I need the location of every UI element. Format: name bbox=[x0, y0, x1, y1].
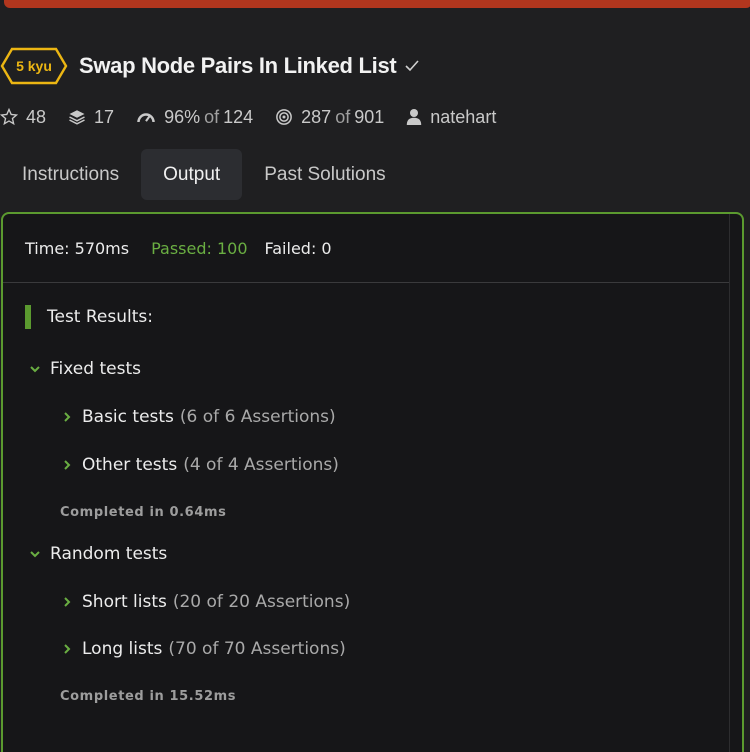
group-completed-time: Completed in 15.52ms bbox=[60, 689, 237, 704]
collections-stat[interactable]: 17 bbox=[68, 107, 114, 128]
chevron-right-icon bbox=[64, 597, 71, 607]
tab-bar: Instructions Output Past Solutions bbox=[0, 149, 408, 200]
user-icon bbox=[407, 109, 422, 125]
kata-stats: 48 17 96% of 124 287 of 901 natehart bbox=[0, 104, 518, 130]
group-title: Random tests bbox=[50, 544, 168, 564]
top-status-bar bbox=[4, 0, 750, 8]
output-panel: Time: 570ms Passed: 100 Failed: 0 Test R… bbox=[1, 212, 744, 752]
stars-stat[interactable]: 48 bbox=[0, 107, 46, 128]
tab-instructions[interactable]: Instructions bbox=[0, 149, 141, 200]
kata-title: Swap Node Pairs In Linked List bbox=[79, 53, 397, 78]
test-other-tests[interactable]: Other tests (4 of 4 Assertions) bbox=[61, 455, 339, 475]
passed-count: Passed: 100 bbox=[151, 238, 248, 258]
chevron-right-icon bbox=[64, 412, 71, 422]
test-name: Short lists bbox=[82, 592, 167, 612]
chevron-down-icon bbox=[30, 366, 40, 373]
collections-count: 17 bbox=[94, 106, 115, 127]
test-basic-tests[interactable]: Basic tests (6 of 6 Assertions) bbox=[61, 407, 336, 427]
group-title: Fixed tests bbox=[50, 359, 141, 379]
author-stat[interactable]: natehart bbox=[406, 107, 496, 128]
test-assertions: (70 of 70 Assertions) bbox=[168, 639, 346, 659]
completed-stat: 287 of 901 bbox=[275, 107, 384, 128]
layers-icon bbox=[69, 110, 85, 125]
rank-label: 5 kyu bbox=[16, 58, 52, 74]
author-name[interactable]: natehart bbox=[430, 107, 496, 128]
tab-past-solutions[interactable]: Past Solutions bbox=[242, 149, 407, 200]
satisfaction-percent: 96% bbox=[164, 106, 201, 127]
test-long-lists[interactable]: Long lists (70 of 70 Assertions) bbox=[61, 639, 346, 659]
star-icon bbox=[0, 108, 18, 126]
test-assertions: (4 of 4 Assertions) bbox=[183, 455, 339, 475]
scrollbar-track[interactable] bbox=[729, 214, 730, 752]
group-completed-time: Completed in 0.64ms bbox=[60, 505, 227, 520]
test-name: Basic tests bbox=[82, 407, 174, 427]
test-name: Other tests bbox=[82, 455, 178, 475]
completed-of: of bbox=[335, 106, 351, 127]
tab-output[interactable]: Output bbox=[141, 149, 243, 200]
group-fixed-tests[interactable]: Fixed tests bbox=[29, 359, 141, 379]
chevron-right-icon bbox=[64, 460, 71, 470]
completed-count: 287 bbox=[301, 106, 332, 127]
satisfaction-of: of bbox=[204, 106, 220, 127]
target-icon bbox=[276, 109, 293, 125]
checkmark-icon bbox=[405, 60, 420, 72]
chevron-down-icon bbox=[30, 551, 40, 558]
test-assertions: (6 of 6 Assertions) bbox=[179, 407, 336, 427]
rank-badge: 5 kyu bbox=[0, 47, 68, 85]
satisfaction-stat: 96% of 124 bbox=[136, 107, 253, 128]
test-assertions: (20 of 20 Assertions) bbox=[172, 592, 351, 612]
kata-header: 5 kyu Swap Node Pairs In Linked List bbox=[0, 46, 420, 86]
chevron-right-icon bbox=[64, 644, 71, 654]
run-summary: Time: 570ms Passed: 100 Failed: 0 bbox=[3, 214, 730, 283]
run-time: Time: 570ms bbox=[25, 238, 130, 258]
satisfaction-total: 124 bbox=[223, 106, 254, 127]
completed-total: 901 bbox=[354, 106, 385, 127]
stars-count: 48 bbox=[26, 106, 47, 127]
gauge-icon bbox=[137, 113, 155, 123]
results-title: Test Results: bbox=[25, 305, 153, 329]
test-short-lists[interactable]: Short lists (20 of 20 Assertions) bbox=[61, 592, 350, 612]
failed-count: Failed: 0 bbox=[264, 238, 332, 258]
group-random-tests[interactable]: Random tests bbox=[29, 544, 167, 564]
test-name: Long lists bbox=[82, 639, 163, 659]
